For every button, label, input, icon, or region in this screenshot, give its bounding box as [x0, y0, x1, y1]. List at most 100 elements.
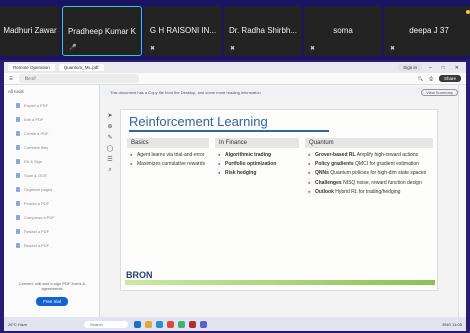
- shared-screen: Remote Operation Quantum_ML.pdf Sign in …: [4, 62, 466, 331]
- teams-icon[interactable]: [200, 320, 207, 328]
- sidebar-item-label: Compress a PDF: [24, 214, 55, 220]
- tool-icon: [16, 200, 20, 206]
- tool-icon: [16, 242, 20, 248]
- browser-tab-active[interactable]: Quantum_ML.pdf: [58, 64, 104, 71]
- file-explorer-icon[interactable]: [145, 320, 152, 328]
- tool-icon: [16, 102, 20, 108]
- close-icon[interactable]: ✕: [452, 65, 462, 71]
- footer-bar: [125, 280, 435, 285]
- pdf-reader-icon[interactable]: [189, 320, 196, 328]
- app-icon[interactable]: [178, 320, 185, 328]
- participant-tile[interactable]: Madhuri Zawar: [0, 6, 60, 56]
- bullet-item: Outlook Hybrid RL for trading/hedging: [307, 189, 431, 195]
- print-icon[interactable]: ⎙: [429, 76, 433, 81]
- bullet-item: Challenges NISQ noise, reward function d…: [307, 180, 431, 186]
- sidebar-item[interactable]: Redact a PDF: [4, 238, 99, 252]
- edge-icon[interactable]: [156, 320, 163, 328]
- speaking-indicator: [466, 10, 470, 14]
- info-banner-text: This document has a Copy file from the D…: [110, 90, 261, 95]
- participant-name: Madhuri Zawar: [3, 26, 57, 35]
- view-summary-button[interactable]: View Summary: [421, 89, 458, 96]
- bullet-item: Policy gradients QMCI for gradient estim…: [307, 161, 431, 167]
- tool-icon: [16, 186, 20, 192]
- participant-name: deepa J 37: [409, 26, 449, 35]
- column-basics: Basics Agent learns via trial-and-error …: [127, 138, 209, 174]
- sidebar-item-label: Edit a PDF: [24, 116, 44, 122]
- weather-widget[interactable]: 26°C Haze: [8, 322, 78, 327]
- participant-tile-active[interactable]: Pradheep Kumar K 🎤: [62, 6, 142, 56]
- sidebar-item-label: Export a PDF: [24, 102, 49, 108]
- cursor-icon[interactable]: ➤: [104, 112, 116, 123]
- share-button[interactable]: Share: [438, 75, 461, 82]
- text-select-icon[interactable]: ☰: [104, 156, 116, 167]
- sidebar-item-label: Fill & Sign: [24, 158, 43, 164]
- participant-tile[interactable]: G H RAISONI IN... ✖: [144, 6, 222, 56]
- tool-icon: [16, 144, 20, 150]
- column-finance: In Finance Algorithmic trading Portfolio…: [215, 138, 299, 184]
- minimize-icon[interactable]: –: [426, 65, 435, 71]
- bullet-item: Portfolio optimization: [217, 161, 297, 167]
- tool-icon: [16, 158, 20, 164]
- column-quantum: Quantum Grover-based RL Amplify high-rew…: [305, 138, 433, 202]
- sidebar-item[interactable]: Edit a PDF: [4, 112, 99, 126]
- taskbar-search[interactable]: Search: [84, 320, 128, 328]
- sidebar-item[interactable]: Compress a PDF: [4, 210, 99, 224]
- sidebar-item[interactable]: Organize pages: [4, 182, 99, 196]
- bullet-item: Maximizes cumulative rewards: [129, 161, 207, 167]
- tool-icon: [16, 214, 20, 220]
- pdf-slide: Reinforcement Learning Basics Agent lear…: [120, 109, 438, 291]
- sidebar-item[interactable]: Redact a PDF: [4, 224, 99, 238]
- chrome-icon[interactable]: [167, 320, 174, 328]
- sidebar-item-label: Protect a PDF: [24, 200, 50, 206]
- sidebar-item[interactable]: Create a PDF: [4, 126, 99, 140]
- sidebar-item-label: Scan & OCR: [24, 172, 47, 178]
- zoom-icon[interactable]: ⊕: [104, 123, 116, 134]
- participant-name: soma: [333, 26, 353, 35]
- participant-name: G H RAISONI IN...: [149, 26, 217, 35]
- mic-muted-icon: ✖: [230, 46, 236, 52]
- slide-title: Reinforcement Learning: [129, 114, 268, 129]
- address-bar[interactable]: file:///: [19, 74, 140, 83]
- mic-muted-icon: ✖: [150, 46, 156, 52]
- org-logo: BRON: [126, 270, 153, 280]
- sign-in-button[interactable]: Sign in: [398, 64, 422, 71]
- sidebar-item[interactable]: Protect a PDF: [4, 196, 99, 210]
- bullet-item: Algorithmic trading: [217, 152, 297, 158]
- free-trial-button[interactable]: Free trial: [36, 297, 68, 306]
- sidebar-item[interactable]: Combine files: [4, 140, 99, 154]
- sidebar-item[interactable]: Export a PDF: [4, 98, 99, 112]
- column-header: Basics: [127, 138, 209, 148]
- tool-icon: [16, 172, 20, 178]
- bullet-item: Agent learns via trial-and-error: [129, 152, 207, 158]
- participant-strip: Madhuri Zawar Pradheep Kumar K 🎤 G H RAI…: [0, 0, 470, 60]
- system-tray[interactable]: ENG 11:05: [443, 322, 463, 327]
- right-panel: [458, 85, 466, 317]
- mic-muted-icon: ✖: [390, 46, 396, 52]
- browser-titlebar: Remote Operation Quantum_ML.pdf Sign in …: [4, 62, 466, 73]
- bullet-item: Grover-based RL Amplify high-reward acti…: [307, 152, 431, 158]
- sidebar-heading: All tools: [8, 89, 24, 94]
- taskbar-apps: [134, 320, 207, 328]
- sidebar-item-label: Redact a PDF: [24, 242, 50, 248]
- sidebar-item[interactable]: Scan & OCR: [4, 168, 99, 182]
- tool-icon: [16, 228, 20, 234]
- participant-tile[interactable]: deepa J 37 ✖: [384, 6, 470, 56]
- sidebar-item-label: Redact a PDF: [24, 228, 50, 234]
- lasso-icon[interactable]: ◯: [104, 145, 116, 156]
- promo-box: Convert, edit and e-sign PDF forms & agr…: [10, 281, 94, 306]
- pen-icon[interactable]: ✎: [104, 134, 116, 145]
- menu-icon[interactable]: ☰: [9, 76, 13, 82]
- participant-tile[interactable]: Dr. Radha Shirbh... ✖: [224, 6, 302, 56]
- sidebar-item[interactable]: Fill & Sign: [4, 154, 99, 168]
- start-icon[interactable]: [134, 320, 141, 328]
- tool-icon: [16, 130, 20, 136]
- search-icon[interactable]: 🔍: [418, 76, 424, 82]
- annotation-tools: ➤ ⊕ ✎ ◯ ☰ ⌕: [104, 112, 116, 178]
- find-icon[interactable]: ⌕: [104, 167, 116, 178]
- sidebar-item-label: Create a PDF: [24, 130, 49, 136]
- participant-tile[interactable]: soma ✖: [304, 6, 382, 56]
- tools-sidebar: All tools Export a PDF Edit a PDF Create…: [4, 85, 100, 317]
- maximize-icon[interactable]: □: [439, 65, 448, 71]
- info-banner: This document has a Copy file from the D…: [102, 88, 466, 97]
- browser-tab[interactable]: Remote Operation: [8, 64, 55, 71]
